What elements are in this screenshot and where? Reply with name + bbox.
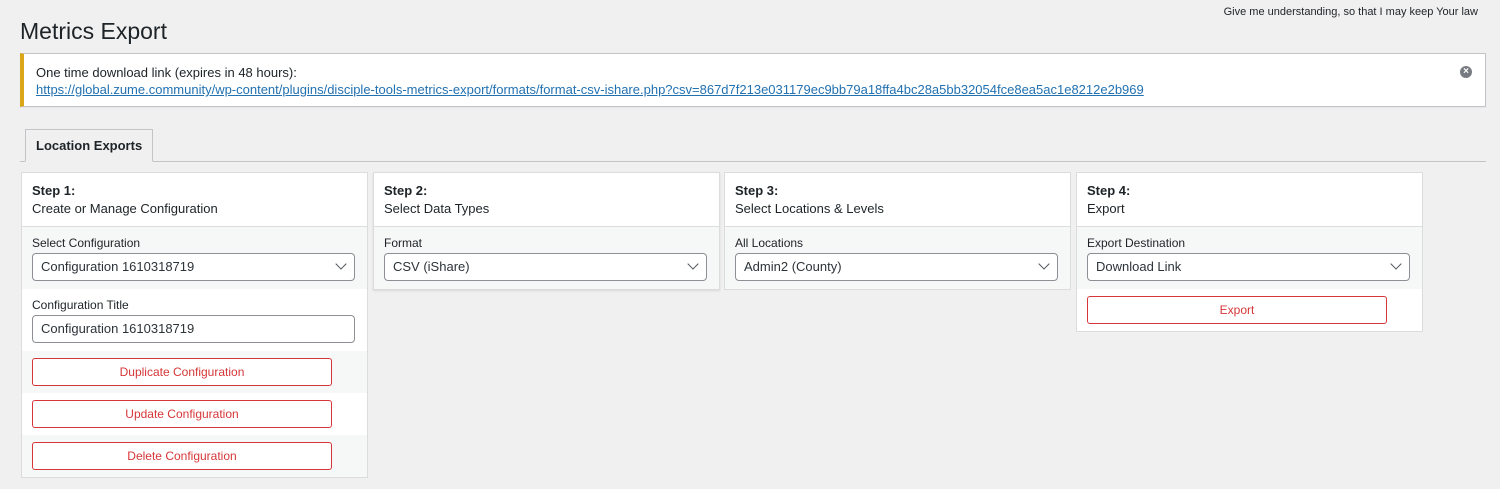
duplicate-configuration-button[interactable]: Duplicate Configuration xyxy=(32,358,332,386)
step-2-subtitle: Select Data Types xyxy=(384,201,490,216)
format-label: Format xyxy=(384,236,423,250)
notice-message: One time download link (expires in 48 ho… xyxy=(36,65,297,80)
chevron-down-icon xyxy=(687,258,699,270)
configuration-title-label: Configuration Title xyxy=(32,298,129,312)
download-notice: One time download link (expires in 48 ho… xyxy=(20,53,1486,107)
export-button[interactable]: Export xyxy=(1087,296,1387,324)
chevron-down-icon xyxy=(335,258,347,270)
step-1-subtitle: Create or Manage Configuration xyxy=(32,201,218,216)
step-2-heading: Step 2: xyxy=(384,183,428,198)
verse-text: Give me understanding, so that I may kee… xyxy=(1223,6,1478,18)
format-value: CSV (iShare) xyxy=(393,259,470,274)
step-4-subtitle: Export xyxy=(1087,201,1125,216)
download-link[interactable]: https://global.zume.community/wp-content… xyxy=(36,81,1144,98)
chevron-down-icon xyxy=(1038,258,1050,270)
tab-bar: Location Exports xyxy=(20,129,1486,162)
tab-location-exports[interactable]: Location Exports xyxy=(25,129,154,162)
update-configuration-button[interactable]: Update Configuration xyxy=(32,400,332,428)
export-destination-label: Export Destination xyxy=(1087,236,1186,250)
select-configuration-dropdown[interactable]: Configuration 1610318719 xyxy=(32,253,355,281)
configuration-title-input[interactable]: Configuration 1610318719 xyxy=(32,315,355,343)
step-2-panel: Step 2: Select Data Types Format CSV (iS… xyxy=(373,172,720,290)
step-3-subtitle: Select Locations & Levels xyxy=(735,201,884,216)
select-configuration-label: Select Configuration xyxy=(32,236,141,250)
step-1-heading: Step 1: xyxy=(32,183,76,198)
page-title: Metrics Export xyxy=(20,18,167,44)
export-destination-dropdown[interactable]: Download Link xyxy=(1087,253,1410,281)
step-3-panel: Step 3: Select Locations & Levels All Lo… xyxy=(724,172,1071,290)
all-locations-label: All Locations xyxy=(735,236,804,250)
step-1-panel: Step 1: Create or Manage Configuration S… xyxy=(21,172,368,478)
step-4-heading: Step 4: xyxy=(1087,183,1131,198)
select-configuration-value: Configuration 1610318719 xyxy=(41,259,195,274)
step-4-panel: Step 4: Export Export Destination Downlo… xyxy=(1076,172,1423,332)
locations-level-dropdown[interactable]: Admin2 (County) xyxy=(735,253,1058,281)
locations-level-value: Admin2 (County) xyxy=(744,259,842,274)
delete-configuration-button[interactable]: Delete Configuration xyxy=(32,442,332,470)
close-circle-icon[interactable]: × xyxy=(1460,66,1472,78)
format-dropdown[interactable]: CSV (iShare) xyxy=(384,253,707,281)
step-3-heading: Step 3: xyxy=(735,183,779,198)
chevron-down-icon xyxy=(1390,258,1402,270)
export-destination-value: Download Link xyxy=(1096,259,1182,274)
